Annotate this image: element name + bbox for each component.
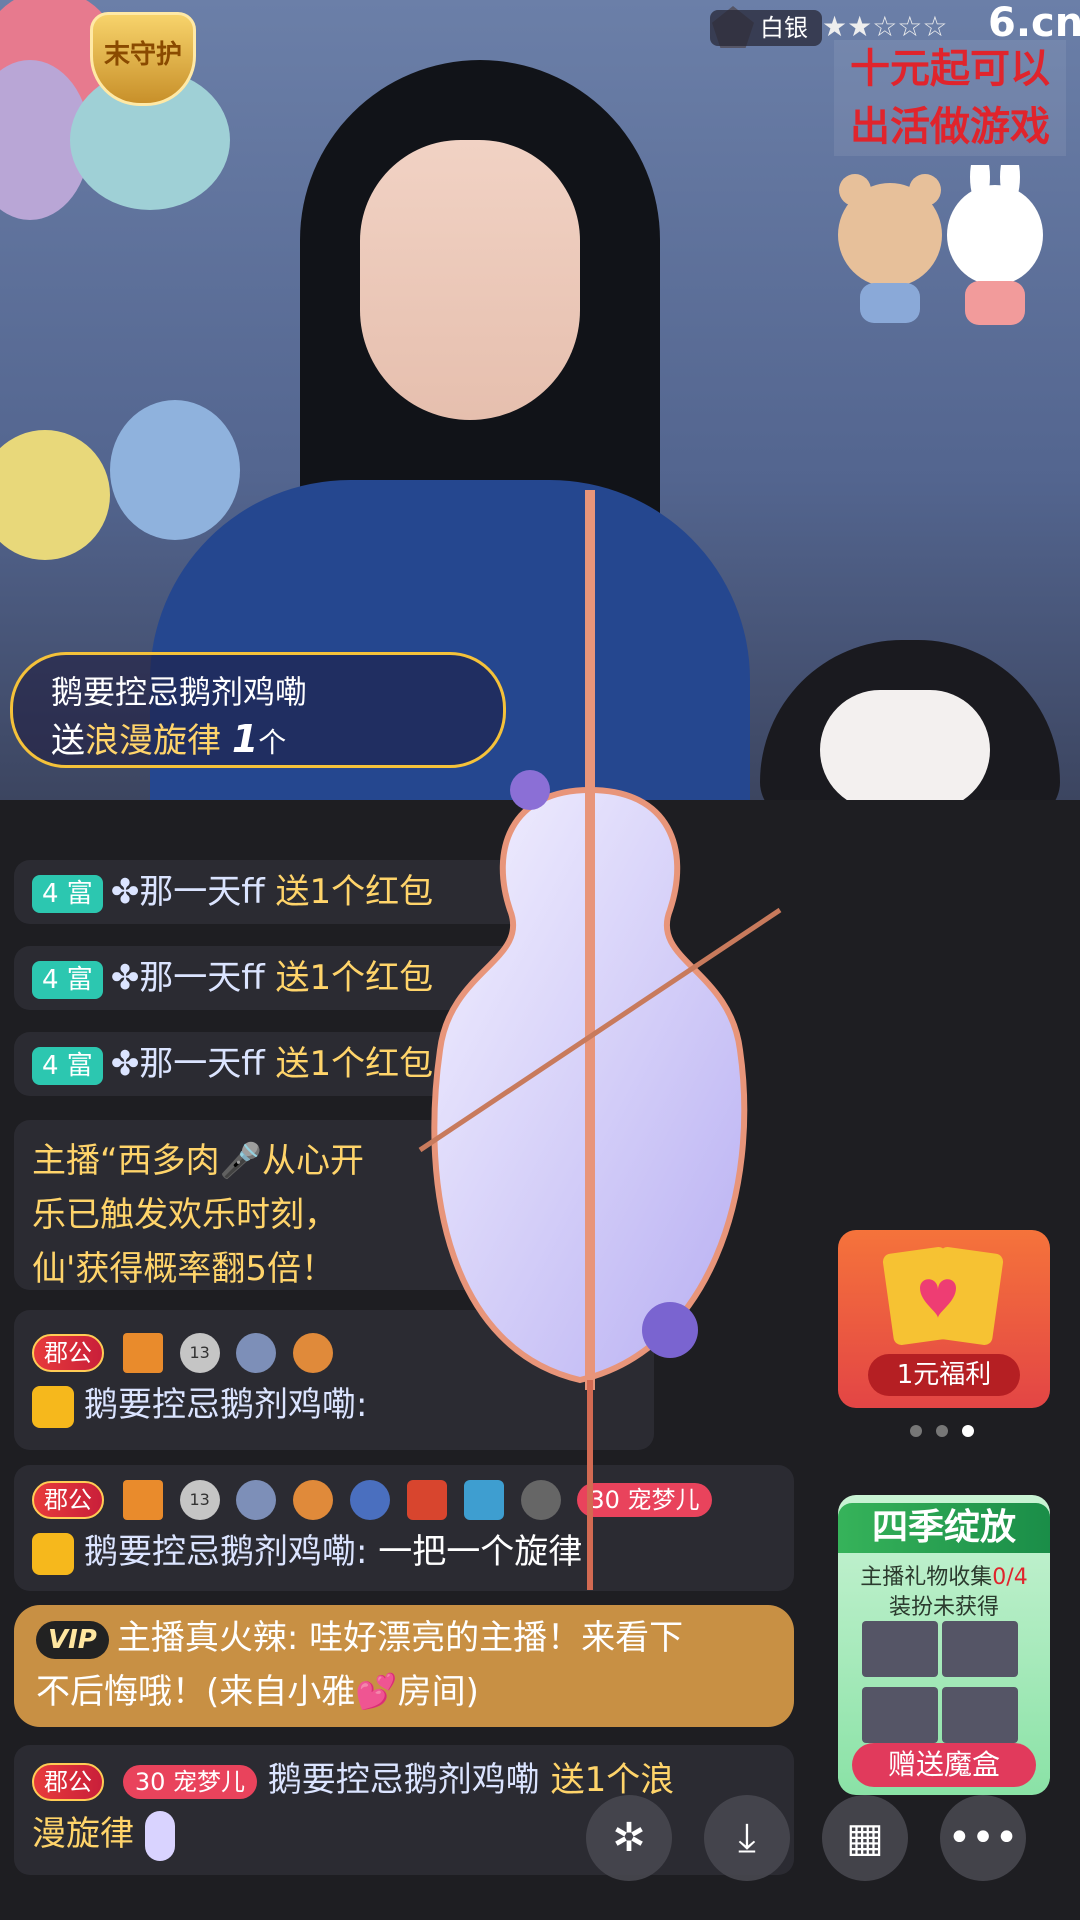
fan-badge-icon <box>236 1332 277 1373</box>
guard-level-icon: 13 <box>179 1332 220 1373</box>
star-rating: ★★☆☆☆ <box>822 10 948 43</box>
carousel-dot-active <box>962 1425 974 1437</box>
pet-tag: 30 宠梦儿 <box>122 1764 257 1799</box>
carousel-dots <box>910 1422 988 1441</box>
gift-verb: 送 <box>51 721 85 761</box>
chat-message[interactable]: 郡公 30 宠梦儿 鹅要控忌鹅剂鸡嘞 送1个浪 漫旋律 <box>14 1745 794 1875</box>
rank-star-icon <box>293 1479 334 1520</box>
heart-cards-icon <box>882 1247 1004 1345</box>
chat-gift-text: 送1个浪 <box>550 1760 675 1800</box>
chat-username[interactable]: 鹅要控忌鹅剂鸡嘞: <box>84 1532 367 1572</box>
bear-bunny-sticker <box>838 165 1043 325</box>
noble-title-tag: 郡公 <box>32 1480 104 1519</box>
apps-button[interactable]: ▦ <box>822 1795 908 1881</box>
guard-level-icon: 13 <box>179 1479 220 1520</box>
chat-gift-text-2: 漫旋律 <box>32 1814 134 1854</box>
outfit-thumbnail <box>862 1621 938 1677</box>
gift-unit: 个 <box>258 726 287 759</box>
chat-text-2: 不后悔哦！(来自小雅💕房间) <box>36 1672 479 1712</box>
vip-tag: VIP <box>36 1620 109 1659</box>
cello-gift-animation <box>418 490 782 1590</box>
chat-username[interactable]: 主播真火辣: <box>117 1618 298 1658</box>
rich-level-tag: 4 富 <box>32 960 103 999</box>
sparkle-icon: ✲ <box>612 1815 646 1861</box>
crown-icon <box>122 1479 163 1520</box>
crown-icon <box>122 1332 163 1373</box>
chat-text: 哇好漂亮的主播！来看下 <box>309 1618 684 1658</box>
download-icon: ⤓ <box>738 1815 756 1861</box>
carousel-dot <box>910 1425 922 1437</box>
balloon <box>110 400 240 540</box>
streamer-face <box>360 140 580 420</box>
cello-gift-icon <box>144 1810 175 1861</box>
pet-name: 宠梦儿 <box>173 1767 245 1796</box>
season-progress: 0/4 <box>992 1565 1028 1590</box>
outfit-thumbnail <box>862 1687 938 1743</box>
season-outfit-grid <box>862 1621 1026 1753</box>
chat-username[interactable]: ✤那一天ff <box>111 872 265 912</box>
welfare-promo-card[interactable]: 1元福利 <box>838 1230 1050 1408</box>
user-avatar-icon <box>32 1385 74 1428</box>
season-collect-line: 主播礼物收集0/4 <box>838 1559 1050 1591</box>
chat-username[interactable]: 鹅要控忌鹅剂鸡嘞 <box>268 1760 540 1800</box>
chat-username[interactable]: ✤那一天ff <box>111 958 265 998</box>
balloon <box>0 430 110 560</box>
pet-level: 30 <box>134 1767 166 1796</box>
send-magic-box-button[interactable]: 赠送魔盒 <box>852 1743 1036 1787</box>
season-collection-card[interactable]: 四季绽放 主播礼物收集0/4 装扮未获得 赠送魔盒 <box>838 1495 1050 1795</box>
noble-title-tag: 郡公 <box>32 1762 104 1801</box>
rich-level-tag: 4 富 <box>32 1046 103 1085</box>
season-status: 装扮未获得 <box>888 1595 999 1620</box>
outfit-thumbnail <box>942 1687 1018 1743</box>
fan-badge-icon <box>236 1479 277 1520</box>
promo-line-1: 十元起可以 <box>850 46 1050 92</box>
gift-sender: 鹅要控忌鹅剂鸡嘞 <box>51 673 308 711</box>
gift-line: 送浪漫旋律 1个 <box>51 713 286 762</box>
chat-username[interactable]: ✤那一天ff <box>111 1044 265 1084</box>
stream-promo-text: 十元起可以 出活做游戏 <box>834 40 1066 156</box>
gift-count: 1 <box>231 717 259 761</box>
rich-level-tag: 4 富 <box>32 874 103 913</box>
chat-username[interactable]: 鹅要控忌鹅剂鸡嘞: <box>84 1385 367 1425</box>
gift-name: 浪漫旋律 <box>85 721 221 761</box>
season-title: 四季绽放 <box>838 1503 1050 1553</box>
grid-icon: ▦ <box>846 1815 884 1861</box>
noble-title-tag: 郡公 <box>32 1333 104 1372</box>
more-icon: ••• <box>947 1815 1019 1861</box>
carousel-dot <box>936 1425 948 1437</box>
season-collect-label: 主播礼物收集 <box>860 1565 993 1590</box>
welfare-button[interactable]: 1元福利 <box>868 1354 1020 1396</box>
plush-toy-face <box>820 690 990 800</box>
more-button[interactable]: ••• <box>940 1795 1026 1881</box>
outfit-thumbnail <box>942 1621 1018 1677</box>
rank-badge[interactable]: 白银 <box>710 10 822 46</box>
rank-star-icon <box>293 1332 334 1373</box>
vip-chat-message[interactable]: VIP 主播真火辣: 哇好漂亮的主播！来看下 不后悔哦！(来自小雅💕房间) <box>14 1605 794 1727</box>
user-avatar-icon <box>32 1532 74 1575</box>
effects-button[interactable]: ✲ <box>586 1795 672 1881</box>
guard-badge[interactable]: 末守护 <box>90 12 196 106</box>
download-button[interactable]: ⤓ <box>704 1795 790 1881</box>
promo-line-2: 出活做游戏 <box>850 104 1050 150</box>
